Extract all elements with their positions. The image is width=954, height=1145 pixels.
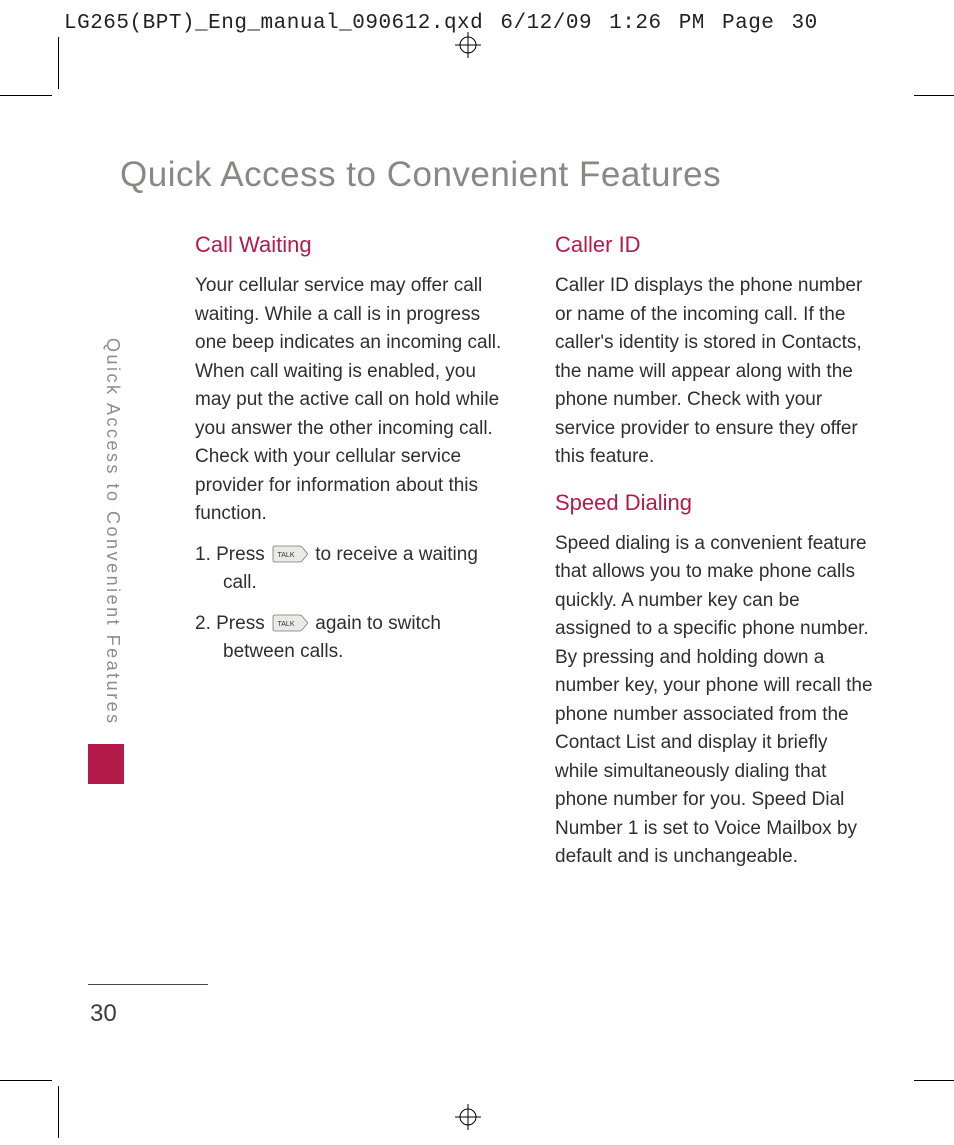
crop-mark	[914, 1080, 954, 1081]
body-content: Call Waiting Your cellular service may o…	[195, 232, 875, 884]
crop-mark	[0, 95, 52, 96]
crop-mark	[0, 1080, 52, 1081]
crop-mark	[914, 95, 954, 96]
body-text: Caller ID displays the phone number or n…	[555, 272, 875, 472]
side-running-head: Quick Access to Convenient Features	[102, 338, 123, 726]
page-title: Quick Access to Convenient Features	[120, 155, 721, 195]
section-heading-call-waiting: Call Waiting	[195, 232, 515, 258]
crop-mark	[58, 1086, 59, 1138]
registration-mark-icon	[455, 32, 481, 63]
step-text: 1. Press	[195, 544, 265, 565]
svg-text:TALK: TALK	[277, 552, 294, 559]
svg-text:TALK: TALK	[277, 621, 294, 628]
registration-mark-icon	[455, 1104, 481, 1135]
accent-tab	[88, 744, 124, 784]
step-1: 1. Press TALK to receive a waiting call.	[195, 541, 515, 598]
page-number: 30	[90, 1000, 117, 1028]
section-heading-caller-id: Caller ID	[555, 232, 875, 258]
section-heading-speed-dialing: Speed Dialing	[555, 490, 875, 516]
step-text: 2. Press	[195, 613, 265, 634]
crop-mark	[58, 37, 59, 89]
slug-line: LG265(BPT)_Eng_manual_090612.qxd 6/12/09…	[64, 12, 818, 35]
talk-key-icon: TALK	[272, 614, 308, 632]
talk-key-icon: TALK	[272, 545, 308, 563]
left-column: Call Waiting Your cellular service may o…	[195, 232, 515, 884]
step-2: 2. Press TALK again to switch between ca…	[195, 610, 515, 667]
body-text: Your cellular service may offer call wai…	[195, 272, 515, 529]
right-column: Caller ID Caller ID displays the phone n…	[555, 232, 875, 884]
body-text: Speed dialing is a convenient feature th…	[555, 530, 875, 872]
footer-rule	[88, 984, 208, 985]
